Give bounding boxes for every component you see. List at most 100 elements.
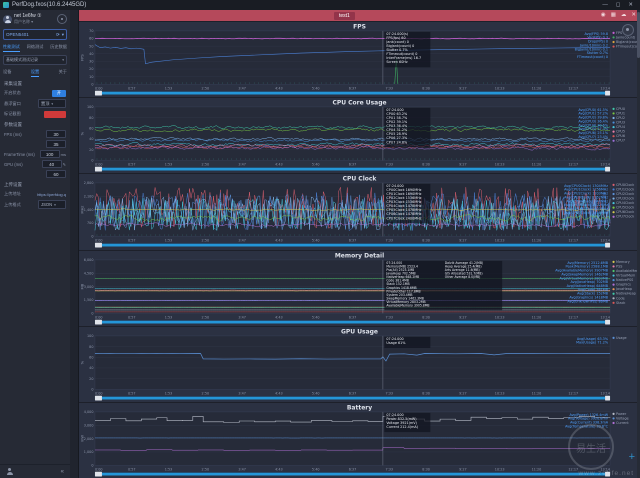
fps-threshold-input[interactable] [46,130,66,138]
legend-item-cpu3clock[interactable]: CPU3Clock [612,197,634,201]
svg-text:0: 0 [91,159,93,163]
mark-screenshot-button[interactable] [44,111,66,118]
tab-performance-test[interactable]: 性能测试 [3,44,20,52]
legend-item-cpu6clock[interactable]: CPU6Clock [612,211,634,215]
tab-network-test[interactable]: 网络测试 [27,44,44,52]
collapse-sidebar-button[interactable]: « [61,469,64,475]
svg-text:3,000: 3,000 [84,284,94,288]
active-session-tab[interactable]: test1 [334,12,355,20]
legend-item-nativeheap[interactable]: NativeHeap [612,291,635,295]
tab-device[interactable]: 设备 [3,69,11,77]
legend-item-virtualmem[interactable]: VirtualMem [612,273,635,277]
maximize-button[interactable]: ◻ [616,2,621,8]
legend-item-cpu1clock[interactable]: CPU1Clock [612,188,634,192]
time-scrollbar-end[interactable] [605,243,610,248]
upload-format-value: JSON [41,202,52,207]
svg-text:0: 0 [91,311,93,315]
svg-text:7:33: 7:33 [386,391,394,395]
legend-item-cpu5clock[interactable]: CPU5Clock [612,206,634,210]
sidebar-top-tabs: 性能测试 网络测试 历史数据 [0,42,70,53]
svg-text:6:37: 6:37 [349,467,357,471]
tab-settings[interactable]: 设置 [31,69,39,77]
svg-text:5:40: 5:40 [312,162,320,166]
close-button[interactable]: ✕ [628,2,633,8]
tab-history-data[interactable]: 历史数据 [50,44,67,52]
grid-icon[interactable]: ▦ [611,10,616,21]
gpu-usage-chart: GPU Usage100806040200%0:000:571:532:503:… [79,327,640,402]
time-scrollbar-handle[interactable] [95,167,102,172]
svg-text:11:20: 11:20 [532,391,542,395]
record-icon[interactable]: ◉ [601,10,606,21]
device-select[interactable]: OPEN5401 ⟳ ▾ [3,29,67,40]
legend-item-jank-count-[interactable]: Jank(count) [612,35,636,39]
refresh-icon[interactable]: ⟳ [56,32,60,38]
record-select[interactable]: 基础模式测试记录 ▾ [3,55,67,65]
upload-url-value[interactable]: https://perfdog.q [37,192,66,197]
svg-text:5:40: 5:40 [312,239,320,243]
capture-toggle[interactable]: 开 [52,90,66,97]
svg-text:8:30: 8:30 [422,86,430,90]
svg-text:12:17: 12:17 [568,162,578,166]
svg-text:100: 100 [87,334,93,338]
upload-format-select[interactable]: JSON ▾ [38,200,66,209]
legend-item-javaheap[interactable]: JavaHeap [612,287,632,291]
gpu-threshold-input[interactable] [42,160,62,168]
window-title: PerfDog.fxos(10.6.2445GD) [12,0,86,10]
fps-threshold-input-2[interactable] [46,140,66,148]
minimize-button[interactable]: — [602,2,608,8]
svg-text:8:30: 8:30 [422,391,430,395]
capture-state-label: 开启状态 [4,90,21,96]
svg-text:10:23: 10:23 [495,162,505,166]
svg-text:6:37: 6:37 [349,391,357,395]
user-action-icon[interactable] [57,14,67,24]
svg-text:700: 700 [87,222,93,226]
legend-item-bigjank-count-[interactable]: BigJank(count) [612,40,640,44]
user-subtitle[interactable]: 用户名称 ▾ [14,19,42,25]
svg-text:0: 0 [91,387,93,391]
float-window-select[interactable]: 置顶 ▾ [38,99,66,108]
tab-about[interactable]: 关于 [59,69,67,77]
chart-panel-gpu-usage: GPU Usage100806040200%0:000:571:532:503:… [79,326,640,402]
svg-text:5:40: 5:40 [312,391,320,395]
svg-text:0:57: 0:57 [128,467,136,471]
svg-text:%: % [80,360,84,364]
time-scrollbar-handle[interactable] [95,472,102,477]
time-scrollbar-handle[interactable] [95,91,102,96]
frametime-threshold-input[interactable] [40,150,60,158]
close-tab-icon[interactable]: ✕ [631,10,636,21]
legend-item-cpu2clock[interactable]: CPU2Clock [612,192,634,196]
svg-text:10:23: 10:23 [495,239,505,243]
svg-text:1:53: 1:53 [165,239,173,243]
svg-text:CPU7 24.8%: CPU7 24.8% [386,140,407,144]
legend-item-graphics[interactable]: Graphics [612,282,631,286]
legend-item-cpu0clock[interactable]: CPU0Clock [612,183,634,187]
chevron-down-icon: ▾ [51,102,53,106]
legend-item-cpu7clock[interactable]: CPU7Clock [612,215,634,219]
time-scrollbar-handle[interactable] [95,319,102,324]
svg-text:CPU5: CPU5 [616,130,625,134]
time-scrollbar-handle[interactable] [95,243,102,248]
svg-text:11:20: 11:20 [532,315,542,319]
time-scrollbar-end[interactable] [605,91,610,96]
legend-item-cpu4clock[interactable]: CPU4Clock [612,201,634,205]
account-icon[interactable] [6,468,13,475]
svg-text:3:47: 3:47 [238,391,246,395]
cloud-icon[interactable]: ☁ [621,10,627,21]
legend-item-nativepss[interactable]: NativePSS [612,278,633,282]
time-scrollbar-handle[interactable] [95,395,102,400]
fps-chart: FPS706050403020100FPS0:000:571:532:503:4… [79,22,640,97]
svg-text:1:53: 1:53 [165,315,173,319]
svg-text:AvailableMemory 3905.8MB: AvailableMemory 3905.8MB [386,303,429,307]
legend-item-ftimeout-count-[interactable]: FTimeout(count) [612,45,640,49]
legend-item-availablemem[interactable]: AvailableMem [612,268,639,272]
time-scrollbar-end[interactable] [605,395,610,400]
edit-icon[interactable]: ✎ [63,162,66,167]
gpu-threshold-input-2[interactable] [46,170,66,178]
chart-panel-fps: FPS706050403020100FPS0:000:571:532:503:4… [79,21,640,97]
svg-text:2:50: 2:50 [202,86,210,90]
battery-chart: Battery4,0003,0002,0001,0000mW0:000:571:… [79,403,640,478]
time-scrollbar-end[interactable] [605,167,610,172]
time-scrollbar-end[interactable] [605,319,610,324]
floating-action-button[interactable] [622,24,634,36]
time-scrollbar-end[interactable] [605,472,610,477]
